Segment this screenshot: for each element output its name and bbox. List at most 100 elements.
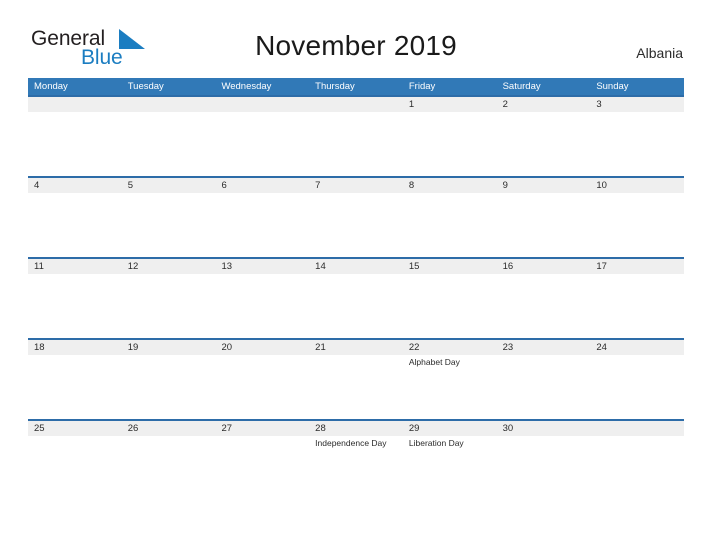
day-cell[interactable]: [403, 112, 497, 174]
day-cell[interactable]: [215, 274, 309, 336]
date-number[interactable]: 17: [590, 259, 684, 274]
day-cell[interactable]: [28, 274, 122, 336]
week-date-band: 4 5 6 7 8 9 10: [28, 176, 684, 193]
weekday-header-friday: Friday: [408, 81, 436, 92]
day-cell[interactable]: [215, 355, 309, 417]
day-cell-alphabet-day[interactable]: Alphabet Day: [403, 355, 497, 417]
weekday-header-saturday: Saturday: [502, 81, 541, 92]
date-number[interactable]: 3: [590, 97, 684, 112]
week-row: 4 5 6 7 8 9 10: [28, 176, 684, 257]
date-number[interactable]: 14: [309, 259, 403, 274]
date-number[interactable]: 27: [215, 421, 309, 436]
date-number[interactable]: [122, 97, 216, 112]
day-cell[interactable]: [122, 274, 216, 336]
day-cell[interactable]: [122, 112, 216, 174]
week-event-body: [28, 274, 684, 336]
date-number[interactable]: 21: [309, 340, 403, 355]
day-cell[interactable]: [403, 193, 497, 255]
day-cell[interactable]: [28, 193, 122, 255]
date-number[interactable]: 23: [497, 340, 591, 355]
date-number[interactable]: 29: [403, 421, 497, 436]
day-cell[interactable]: [497, 193, 591, 255]
day-cell[interactable]: [309, 112, 403, 174]
day-cell[interactable]: [590, 436, 684, 498]
weekday-header-row: Monday Tuesday Wednesday Thursday Friday…: [28, 78, 684, 95]
date-number[interactable]: 25: [28, 421, 122, 436]
day-cell-independence-day[interactable]: Independence Day: [309, 436, 403, 498]
page-title: November 2019: [255, 30, 457, 61]
date-number[interactable]: 9: [497, 178, 591, 193]
day-cell[interactable]: [590, 112, 684, 174]
date-number[interactable]: 5: [122, 178, 216, 193]
day-cell[interactable]: [309, 274, 403, 336]
day-cell-liberation-day[interactable]: Liberation Day: [403, 436, 497, 498]
day-cell[interactable]: [403, 274, 497, 336]
event-label: Independence Day: [315, 438, 387, 448]
date-number[interactable]: 19: [122, 340, 216, 355]
event-label: Liberation Day: [408, 438, 464, 448]
week-row: 25 26 27 28 29 30 Independence Day Liber…: [28, 419, 684, 500]
weekday-header-thursday: Thursday: [315, 81, 355, 92]
week-row: 1 2 3: [28, 95, 684, 176]
day-cell[interactable]: [590, 355, 684, 417]
date-number[interactable]: 11: [28, 259, 122, 274]
date-number[interactable]: 30: [497, 421, 591, 436]
weekday-header-sunday: Sunday: [596, 81, 629, 92]
week-date-band: 18 19 20 21 22 23 24: [28, 338, 684, 355]
day-cell[interactable]: [497, 355, 591, 417]
week-event-body: Alphabet Day: [28, 355, 684, 417]
day-cell[interactable]: [309, 193, 403, 255]
week-date-band: 25 26 27 28 29 30: [28, 419, 684, 436]
date-number[interactable]: 16: [497, 259, 591, 274]
date-number[interactable]: 10: [590, 178, 684, 193]
date-number[interactable]: [309, 97, 403, 112]
date-number[interactable]: 24: [590, 340, 684, 355]
day-cell[interactable]: [122, 436, 216, 498]
date-number[interactable]: 15: [403, 259, 497, 274]
date-number[interactable]: 1: [403, 97, 497, 112]
week-row: 18 19 20 21 22 23 24 Alphabet Day: [28, 338, 684, 419]
date-number[interactable]: 13: [215, 259, 309, 274]
date-number[interactable]: 20: [215, 340, 309, 355]
day-cell[interactable]: [28, 436, 122, 498]
day-cell[interactable]: [215, 112, 309, 174]
weekday-header-monday: Monday: [34, 81, 68, 92]
day-cell[interactable]: [590, 274, 684, 336]
calendar-grid: Monday Tuesday Wednesday Thursday Friday…: [28, 78, 684, 500]
day-cell[interactable]: [590, 193, 684, 255]
date-number[interactable]: 18: [28, 340, 122, 355]
day-cell[interactable]: [122, 355, 216, 417]
date-number[interactable]: 2: [497, 97, 591, 112]
date-number[interactable]: [590, 421, 684, 436]
week-event-body: [28, 112, 684, 174]
date-number[interactable]: 7: [309, 178, 403, 193]
page-header: General Blue November 2019 Albania: [0, 0, 712, 78]
day-cell[interactable]: [497, 274, 591, 336]
date-number[interactable]: 6: [215, 178, 309, 193]
event-label: Alphabet Day: [408, 357, 460, 367]
date-number[interactable]: 12: [122, 259, 216, 274]
date-number[interactable]: 28: [309, 421, 403, 436]
day-cell[interactable]: [122, 193, 216, 255]
date-number[interactable]: 26: [122, 421, 216, 436]
week-event-body: Independence Day Liberation Day: [28, 436, 684, 498]
day-cell[interactable]: [28, 112, 122, 174]
day-cell[interactable]: [497, 436, 591, 498]
date-number[interactable]: [28, 97, 122, 112]
day-cell[interactable]: [309, 355, 403, 417]
day-cell[interactable]: [497, 112, 591, 174]
date-number[interactable]: 22: [403, 340, 497, 355]
week-row: 11 12 13 14 15 16 17: [28, 257, 684, 338]
date-number[interactable]: 4: [28, 178, 122, 193]
region-label: Albania: [636, 45, 683, 61]
week-event-body: [28, 193, 684, 255]
weekday-header-tuesday: Tuesday: [127, 81, 164, 92]
date-number[interactable]: 8: [403, 178, 497, 193]
day-cell[interactable]: [28, 355, 122, 417]
date-number[interactable]: [215, 97, 309, 112]
day-cell[interactable]: [215, 193, 309, 255]
day-cell[interactable]: [215, 436, 309, 498]
week-date-band: 1 2 3: [28, 95, 684, 112]
weekday-header-wednesday: Wednesday: [221, 81, 272, 92]
week-date-band: 11 12 13 14 15 16 17: [28, 257, 684, 274]
